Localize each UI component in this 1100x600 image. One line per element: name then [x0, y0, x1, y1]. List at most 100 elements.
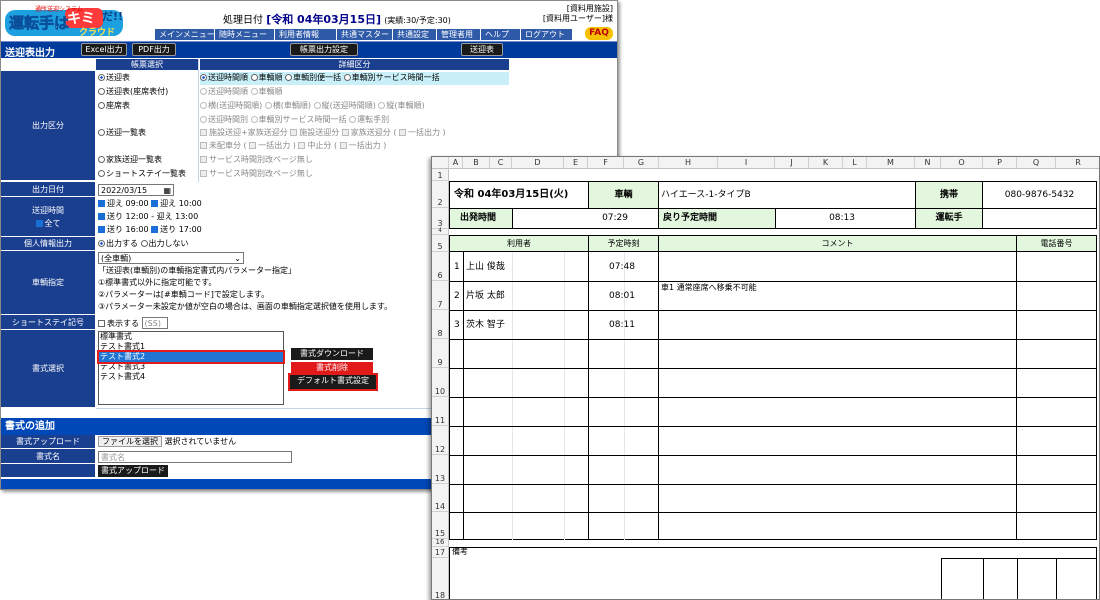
radio-icon[interactable] — [140, 240, 148, 247]
format-item[interactable]: 標準書式 — [99, 332, 283, 342]
row-12[interactable]: 12 — [432, 426, 449, 455]
format-name-input[interactable]: 書式名 — [98, 451, 292, 463]
entry-time[interactable]: 08:11 — [609, 319, 635, 331]
radio-icon[interactable] — [285, 74, 293, 81]
menu-help[interactable]: ヘルプ — [481, 29, 521, 40]
head-phone[interactable]: 電話番号 — [1016, 235, 1097, 252]
option-shortstay-list[interactable]: ショートステイ一覧表 — [98, 168, 186, 180]
col-A[interactable]: A — [449, 157, 463, 169]
menu-common-settings[interactable]: 共通設定 — [393, 29, 437, 40]
col-M[interactable]: M — [867, 157, 915, 169]
col-P[interactable]: P — [983, 157, 1017, 169]
col-R[interactable]: R — [1056, 157, 1099, 169]
time-option-1[interactable]: 迎え 09:00 迎え 10:00 — [98, 198, 202, 210]
mobile-label[interactable]: 携帯 — [915, 181, 983, 209]
entry-name[interactable]: 片坂 太郎 — [466, 290, 505, 302]
app-logo[interactable]: 通所送迎システム 運転手は キミ だ!! クラウド — [5, 4, 123, 38]
row-2[interactable]: 2 — [432, 181, 449, 208]
row-13[interactable]: 13 — [432, 455, 449, 484]
menu-main[interactable]: メインメニュー — [155, 29, 215, 40]
col-O[interactable]: O — [941, 157, 983, 169]
format-item[interactable]: テスト書式3 — [99, 362, 283, 372]
entry-no[interactable]: 2 — [454, 290, 460, 302]
col-F[interactable]: F — [588, 157, 624, 169]
choose-file-button[interactable]: ファイルを選択 — [98, 436, 162, 447]
col-D[interactable]: D — [512, 157, 564, 169]
row-1[interactable]: 1 — [432, 169, 449, 181]
entry-name[interactable]: 茨木 智子 — [466, 319, 505, 331]
radio-icon[interactable] — [98, 240, 105, 247]
row-18[interactable]: 18 — [432, 558, 449, 599]
time-option-2[interactable]: 送り 12:00 - 迎え 13:00 — [98, 211, 198, 223]
form-output-settings-button[interactable]: 帳票出力設定 — [290, 43, 358, 56]
menu-common-master[interactable]: 共通マスター — [337, 29, 393, 40]
radio-icon[interactable] — [250, 74, 258, 81]
driver-value[interactable] — [982, 208, 1097, 229]
format-item[interactable]: テスト書式1 — [99, 342, 283, 352]
col-I[interactable]: I — [718, 157, 775, 169]
row-17[interactable]: 17 — [432, 547, 449, 558]
col-N[interactable]: N — [915, 157, 941, 169]
vehicle-value[interactable]: ハイエース-1-タイプB — [658, 181, 916, 209]
entry-time[interactable]: 08:01 — [609, 290, 635, 302]
row-10[interactable]: 10 — [432, 368, 449, 397]
format-upload-button[interactable]: 書式アップロード — [98, 465, 168, 477]
entry-name[interactable]: 上山 俊哉 — [466, 261, 505, 273]
output-date-input[interactable]: 2022/03/15 ▦ — [98, 184, 174, 196]
col-C[interactable]: C — [490, 157, 512, 169]
transport-table-button[interactable]: 送迎表 — [461, 43, 503, 56]
format-delete-button[interactable]: 書式削除 — [291, 362, 373, 373]
shortstay-code-input[interactable]: (SS) — [141, 317, 168, 329]
col-K[interactable]: K — [809, 157, 843, 169]
row-9[interactable]: 9 — [432, 339, 449, 368]
row-14[interactable]: 14 — [432, 484, 449, 512]
calendar-icon[interactable]: ▦ — [163, 185, 171, 196]
option-family-list[interactable]: 家族送迎一覧表 — [98, 154, 162, 166]
default-format-button[interactable]: デフォルト書式設定 — [288, 373, 378, 391]
option-transport-table[interactable]: 送迎表 — [98, 72, 130, 84]
faq-button[interactable]: FAQ — [585, 27, 613, 40]
row-6[interactable]: 6 — [432, 252, 449, 281]
entry-time[interactable]: 07:48 — [609, 261, 635, 273]
format-download-button[interactable]: 書式ダウンロード — [291, 348, 373, 360]
col-E[interactable]: E — [564, 157, 588, 169]
head-time[interactable]: 予定時刻 — [588, 235, 659, 252]
col-H[interactable]: H — [659, 157, 718, 169]
option-seat-table[interactable]: 座席表 — [98, 100, 130, 112]
depart-value[interactable]: 07:29 — [512, 208, 659, 229]
entry-no[interactable]: 1 — [454, 261, 460, 273]
mobile-value[interactable]: 080-9876-5432 — [982, 181, 1097, 209]
head-comment[interactable]: コメント — [658, 235, 1017, 252]
time-option-3[interactable]: 送り 16:00 送り 17:00 — [98, 224, 202, 236]
excel-export-button[interactable]: Excel出力 — [81, 43, 127, 56]
row-8[interactable]: 8 — [432, 310, 449, 339]
col-Q[interactable]: Q — [1017, 157, 1056, 169]
return-label[interactable]: 戻り予定時間 — [658, 208, 776, 229]
check-all-icon[interactable] — [35, 219, 43, 227]
format-item-selected[interactable]: テスト書式2 — [97, 350, 285, 364]
option-transport-seat[interactable]: 送迎表(座席表付) — [98, 86, 168, 98]
menu-users[interactable]: 利用者情報 — [275, 29, 337, 40]
option-transport-list[interactable]: 送迎一覧表 — [98, 127, 146, 139]
row-16[interactable]: 16 — [432, 538, 449, 547]
col-J[interactable]: J — [775, 157, 809, 169]
entry-comment[interactable]: 車1 通常座席へ移乗不可能 — [661, 282, 757, 294]
row-3[interactable]: 3 — [432, 208, 449, 229]
col-G[interactable]: G — [624, 157, 659, 169]
radio-icon[interactable] — [343, 74, 351, 81]
row-7[interactable]: 7 — [432, 281, 449, 310]
row-5[interactable]: 5 — [432, 235, 449, 252]
format-item[interactable]: テスト書式4 — [99, 372, 283, 382]
col-B[interactable]: B — [463, 157, 490, 169]
menu-admin[interactable]: 管理者用 — [437, 29, 481, 40]
vehicle-select[interactable]: (全車輌) ⌄ — [98, 252, 244, 264]
row-15[interactable]: 15 — [432, 512, 449, 539]
format-listbox[interactable]: 標準書式 テスト書式1 テスト書式2 テスト書式3 テスト書式4 — [97, 331, 285, 405]
checkbox-icon[interactable] — [98, 320, 105, 327]
depart-label[interactable]: 出発時間 — [449, 208, 513, 229]
entry-no[interactable]: 3 — [454, 319, 460, 331]
menu-adhoc[interactable]: 随時メニュー — [215, 29, 275, 40]
row-11[interactable]: 11 — [432, 397, 449, 426]
menu-logout[interactable]: ログアウト — [521, 29, 573, 40]
return-value[interactable]: 08:13 — [775, 208, 916, 229]
